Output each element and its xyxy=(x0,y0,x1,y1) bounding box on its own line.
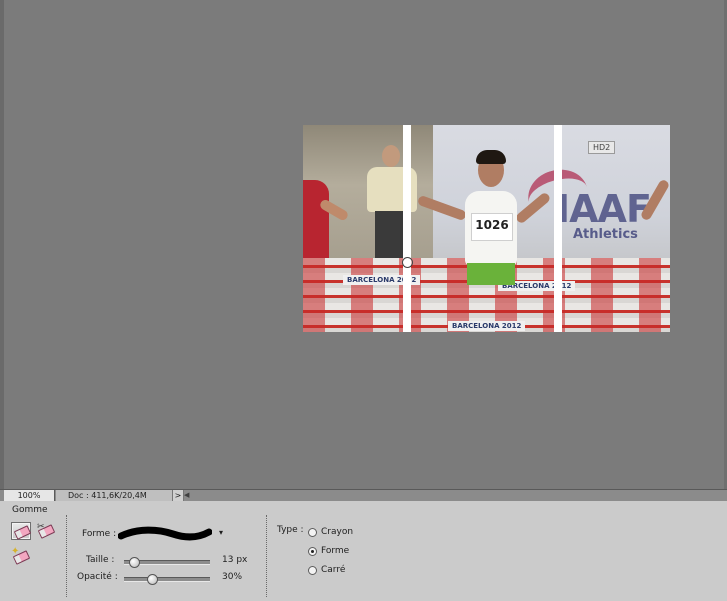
radio-label: Forme xyxy=(321,546,350,556)
canvas-workspace[interactable]: IAAF Athletics HD2 BARCELONA 2012 BARCEL… xyxy=(0,0,727,489)
workspace-left-edge xyxy=(0,0,4,489)
document-image[interactable]: IAAF Athletics HD2 BARCELONA 2012 BARCEL… xyxy=(303,125,670,332)
opacity-slider-thumb[interactable] xyxy=(147,574,159,585)
sponsor-subtext: Athletics xyxy=(573,227,638,242)
document-size-info: Doc : 411,6K/20,4M xyxy=(56,490,172,501)
brush-preview[interactable] xyxy=(118,525,212,543)
hurdle-banner: BARCELONA 2012 xyxy=(448,321,526,331)
size-slider[interactable] xyxy=(124,557,210,568)
brush-label: Forme : xyxy=(82,529,117,539)
magic-eraser-tool-button[interactable]: ✦ xyxy=(11,546,31,566)
section-divider xyxy=(66,515,67,597)
zoom-level-field[interactable]: 100% xyxy=(4,490,55,501)
erased-stroke-2 xyxy=(554,125,562,332)
opacity-slider[interactable] xyxy=(124,574,210,585)
sponsor-logo-text: IAAF xyxy=(556,187,652,231)
radio-button[interactable] xyxy=(308,528,317,537)
status-menu-arrow[interactable]: > xyxy=(172,490,184,501)
opacity-label: Opacité : xyxy=(77,572,118,582)
eraser-icon xyxy=(13,525,32,540)
radio-label: Carré xyxy=(321,565,346,575)
background-eraser-tool-button[interactable]: ✂ xyxy=(36,522,56,540)
size-label: Taille : xyxy=(86,555,115,565)
radio-button[interactable] xyxy=(308,566,317,575)
brush-dropdown-icon[interactable]: ▾ xyxy=(219,528,223,537)
tool-options-panel: Gomme ✂ ✦ Forme : ▾ Taille : 13 px Opaci… xyxy=(0,501,727,601)
tool-title: Gomme xyxy=(12,505,48,515)
eraser-tool-button[interactable] xyxy=(11,522,32,540)
erased-stroke-1 xyxy=(403,125,411,332)
official-figure xyxy=(361,145,423,260)
radio-button[interactable] xyxy=(308,547,317,556)
runner-bib-number: 1026 xyxy=(471,213,513,241)
broadcast-logo: HD2 xyxy=(588,141,616,154)
scroll-left-arrow-icon[interactable]: ◀ xyxy=(184,490,192,501)
section-divider xyxy=(266,515,267,597)
brush-cursor-icon xyxy=(402,257,413,268)
size-value[interactable]: 13 px xyxy=(222,555,247,565)
radio-label: Crayon xyxy=(321,527,354,537)
main-runner-figure: 1026 xyxy=(416,150,552,313)
size-slider-thumb[interactable] xyxy=(128,557,140,568)
type-label: Type : xyxy=(277,525,304,535)
opacity-value[interactable]: 30% xyxy=(222,572,242,582)
